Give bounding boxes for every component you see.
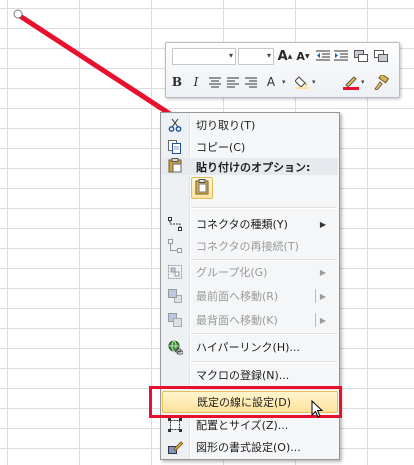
fill-color-icon[interactable] <box>294 73 312 91</box>
clipboard-icon <box>195 178 209 198</box>
font-size-combo[interactable]: ▾ <box>238 48 274 65</box>
menu-item-label: コネクタの再接続(T) <box>196 240 299 253</box>
blank-icon <box>162 364 188 386</box>
format-painter-icon[interactable] <box>372 73 390 91</box>
increase-indent-icon[interactable] <box>332 47 350 65</box>
copy-icon <box>162 136 188 158</box>
font-color-icon[interactable]: A <box>262 73 280 91</box>
submenu-arrow-icon: ▶ <box>319 315 326 325</box>
menu-item-group[interactable]: グループ化(G) ▶ <box>162 261 338 283</box>
submenu-arrow-icon: ▶ <box>319 267 326 277</box>
menu-item-label: ハイパーリンク(H)... <box>196 341 300 354</box>
menu-item-send-to-back[interactable]: 最背面へ移動(K) ▶ <box>162 309 338 331</box>
connector-type-icon <box>162 213 188 235</box>
chevron-down-icon[interactable]: ▾ <box>312 78 316 86</box>
decrease-indent-icon[interactable] <box>314 47 332 65</box>
menu-item-copy[interactable]: コピー(C) <box>162 136 338 158</box>
italic-icon[interactable]: I <box>187 73 205 91</box>
submenu-arrow-icon: ▶ <box>319 219 326 229</box>
paste-option-button[interactable] <box>191 177 213 199</box>
size-properties-icon <box>162 414 188 436</box>
bring-to-front-icon <box>162 285 188 307</box>
menu-item-label: 切り取り(T) <box>196 119 256 132</box>
menu-item-label: 既定の線に設定(D) <box>197 396 292 409</box>
menu-item-label: マクロの登録(N)... <box>196 369 290 382</box>
blank-icon <box>163 391 189 413</box>
menu-separator <box>191 207 337 209</box>
menu-item-label: 最前面へ移動(R) <box>196 290 279 303</box>
grow-font-icon[interactable]: A ▲ <box>276 47 294 65</box>
menu-item-format-shape[interactable]: 図形の書式設定(O)... <box>162 436 338 458</box>
menu-item-hyperlink[interactable]: ハイパーリンク(H)... <box>162 336 338 358</box>
menu-separator <box>191 361 337 363</box>
send-to-back-icon <box>162 309 188 331</box>
bold-icon[interactable]: B <box>168 73 186 91</box>
merge-cells-icon[interactable] <box>372 47 390 65</box>
paste-options-header: 貼り付けのオプション: <box>162 158 338 175</box>
menu-item-label: 最背面へ移動(K) <box>196 314 278 327</box>
chevron-down-icon[interactable]: ▾ <box>361 78 365 86</box>
menu-item-reroute-connector[interactable]: コネクタの再接続(T) <box>162 235 338 257</box>
format-shape-icon <box>162 436 188 458</box>
menu-item-label: 配置とサイズ(Z)... <box>196 419 289 432</box>
chevron-down-icon: ▾ <box>228 51 233 60</box>
align-center-icon[interactable] <box>206 73 224 91</box>
menu-item-connector-type[interactable]: コネクタの種類(Y) ▶ <box>162 213 338 235</box>
line-color-icon[interactable] <box>342 73 360 91</box>
mini-toolbar: ▾ ▾ A ▲ A ▼ B I A ▾ ▾ ▾ <box>165 42 400 98</box>
paste-options-label: 貼り付けのオプション: <box>196 160 311 174</box>
menu-item-label: 図形の書式設定(O)... <box>196 441 301 454</box>
reroute-connector-icon <box>162 235 188 257</box>
mouse-cursor-icon <box>311 400 324 418</box>
split-divider <box>315 313 316 327</box>
connector-endpoint-handle <box>13 9 23 19</box>
scissors-icon <box>162 114 188 136</box>
merge-cells-icon[interactable] <box>352 47 370 65</box>
menu-item-bring-to-front[interactable]: 最前面へ移動(R) ▶ <box>162 285 338 307</box>
clipboard-icon <box>168 158 182 176</box>
menu-item-label: グループ化(G) <box>196 266 268 279</box>
menu-separator <box>191 333 337 335</box>
group-icon <box>162 261 188 283</box>
split-divider <box>315 289 316 303</box>
align-right-icon[interactable] <box>242 73 260 91</box>
menu-item-assign-macro[interactable]: マクロの登録(N)... <box>162 364 338 386</box>
menu-item-label: コピー(C) <box>196 141 246 154</box>
align-left-icon[interactable] <box>224 73 242 91</box>
hyperlink-globe-icon <box>162 336 188 358</box>
menu-item-label: コネクタの種類(Y) <box>196 218 288 231</box>
menu-item-cut[interactable]: 切り取り(T) <box>162 114 338 136</box>
shrink-font-icon[interactable]: A ▼ <box>294 47 312 65</box>
chevron-down-icon: ▾ <box>266 51 271 60</box>
chevron-down-icon[interactable]: ▾ <box>282 78 286 86</box>
font-name-combo[interactable]: ▾ <box>172 48 236 65</box>
submenu-arrow-icon: ▶ <box>319 291 326 301</box>
